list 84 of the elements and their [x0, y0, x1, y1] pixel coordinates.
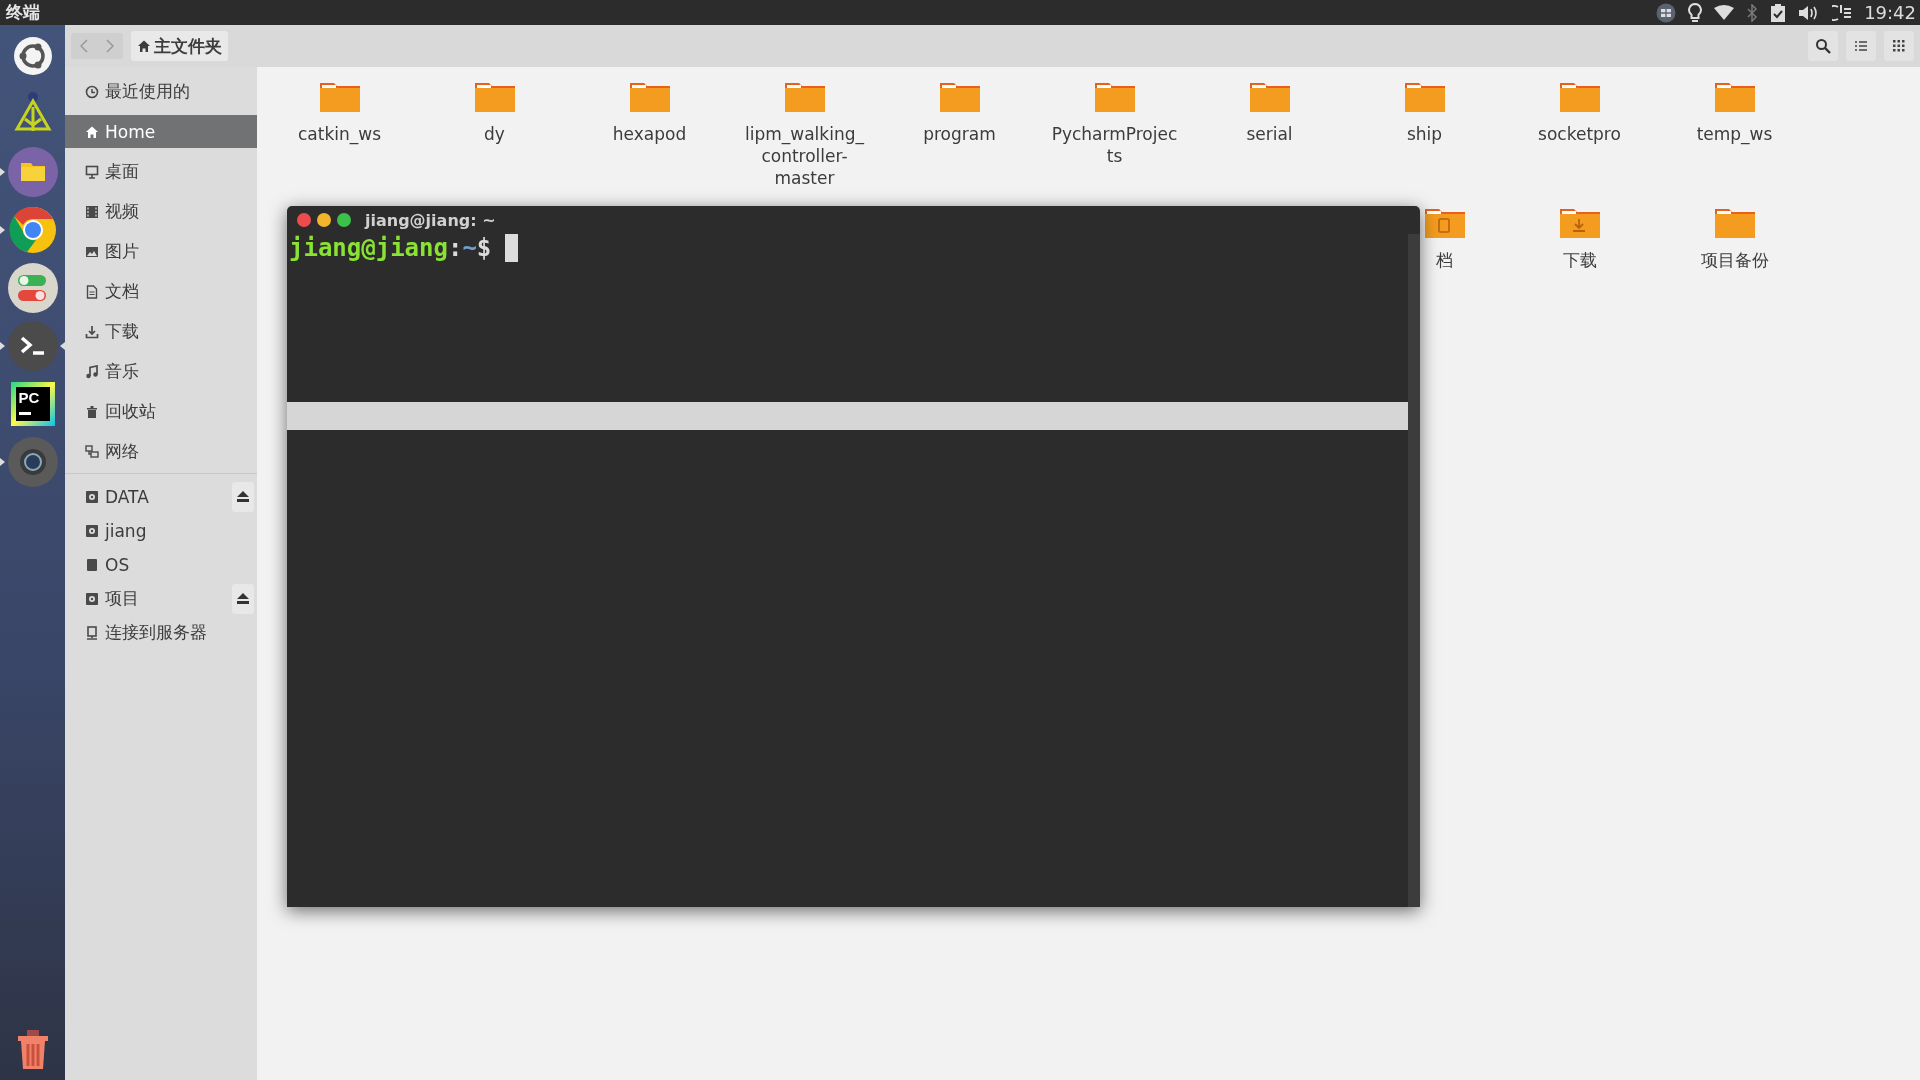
sidebar-item[interactable]: 最近使用的: [65, 75, 257, 108]
sidebar-item[interactable]: 图片: [65, 235, 257, 268]
close-button[interactable]: [297, 213, 311, 227]
document-icon: [85, 284, 99, 299]
eject-button[interactable]: [232, 583, 254, 614]
search-button[interactable]: [1808, 31, 1838, 61]
sidebar-item[interactable]: 音乐: [65, 355, 257, 388]
list-view-button[interactable]: [1846, 31, 1876, 61]
network-icon: [85, 444, 99, 459]
path-button[interactable]: 主文件夹: [131, 31, 228, 61]
file-name[interactable]: PycharmProjec ts: [1051, 123, 1178, 167]
app-title: 终端: [6, 1, 41, 24]
file-name[interactable]: dy: [484, 123, 505, 145]
wifi-icon[interactable]: [1714, 4, 1735, 21]
grid-view-button[interactable]: [1884, 31, 1914, 61]
terminal-icon[interactable]: [7, 321, 58, 371]
sidebar-item[interactable]: 下载: [65, 315, 257, 348]
eject-icon: [237, 593, 249, 604]
file-name[interactable]: ship: [1406, 123, 1443, 145]
file-name[interactable]: socketpro: [1538, 123, 1621, 145]
clipboard-check-icon[interactable]: [1770, 2, 1787, 23]
home-icon: [137, 39, 151, 53]
device-label: 项目: [105, 587, 140, 610]
keyboard-icon[interactable]: [1656, 2, 1677, 23]
folder-app-icon[interactable]: [7, 147, 58, 197]
monitor-icon: [85, 164, 99, 179]
prompt-separator: :: [447, 234, 463, 262]
toggle-switches-icon[interactable]: [7, 263, 58, 313]
sidebar-item[interactable]: DATA: [65, 480, 257, 513]
prompt-user: jiang@jiang: [289, 234, 448, 262]
minimize-button[interactable]: [317, 213, 331, 227]
sidebar-item[interactable]: 网络: [65, 435, 257, 468]
clock[interactable]: 19:42: [1864, 2, 1916, 23]
ide-icon[interactable]: PC: [10, 382, 55, 426]
scrollbar[interactable]: [1408, 234, 1420, 907]
eject-icon: [237, 491, 249, 502]
sidebar-item[interactable]: 视频: [65, 195, 257, 228]
window-title: jiang@jiang: ~: [365, 210, 496, 230]
file-name[interactable]: 项目备份: [1700, 249, 1769, 271]
list-icon: [1855, 40, 1867, 52]
clock-icon: [85, 84, 99, 99]
music-note-icon: [85, 364, 99, 379]
device-label: jiang: [105, 520, 148, 541]
camera-icon[interactable]: [7, 437, 58, 487]
file-name[interactable]: temp_ws: [1696, 123, 1773, 145]
sidebar-item[interactable]: 桌面: [65, 155, 257, 188]
image-icon: [85, 244, 99, 259]
server-icon: [85, 625, 99, 640]
maximize-button[interactable]: [337, 213, 351, 227]
sidebar-item[interactable]: 回收站: [65, 395, 257, 428]
chevron-left-icon: [80, 39, 88, 53]
drive-icon: [85, 591, 99, 606]
file-name[interactable]: program: [923, 123, 996, 145]
browser-icon[interactable]: [8, 206, 57, 254]
sidebar-item[interactable]: 连接到服务器: [65, 616, 257, 649]
power-icon[interactable]: [1832, 3, 1853, 22]
home-icon: [85, 124, 99, 139]
file-name[interactable]: serial: [1246, 123, 1293, 145]
file-name[interactable]: catkin_ws: [297, 123, 381, 145]
search-icon: [1815, 38, 1831, 54]
file-name[interactable]: hexapod: [612, 123, 687, 145]
sidebar-item[interactable]: 文档: [65, 275, 257, 308]
sidebar-item[interactable]: OS: [65, 548, 257, 581]
device-label: DATA: [105, 486, 150, 507]
download-icon: [85, 324, 99, 339]
file-name[interactable]: 下载: [1562, 249, 1597, 271]
prompt-symbol: $: [476, 234, 492, 262]
chevron-right-icon: [106, 39, 114, 53]
drive-icon: [85, 489, 99, 504]
file-name[interactable]: 档: [1436, 249, 1453, 271]
ubuntu-logo-icon[interactable]: [12, 36, 53, 76]
grid-icon: [1893, 40, 1905, 52]
lightbulb-icon[interactable]: [1688, 2, 1703, 23]
eject-button[interactable]: [232, 481, 254, 512]
sidebar-item[interactable]: Home: [65, 115, 257, 148]
drive-icon: [85, 523, 99, 538]
sidebar-item[interactable]: 项目: [65, 582, 257, 615]
film-icon: [85, 204, 99, 219]
sidebar-item[interactable]: jiang: [65, 514, 257, 547]
prompt-path: ~: [462, 234, 477, 262]
file-name[interactable]: lipm_walking_ controller- master: [745, 123, 864, 189]
text-cursor: [505, 234, 519, 262]
trash-icon: [85, 404, 99, 419]
device-label: OS: [105, 554, 131, 575]
